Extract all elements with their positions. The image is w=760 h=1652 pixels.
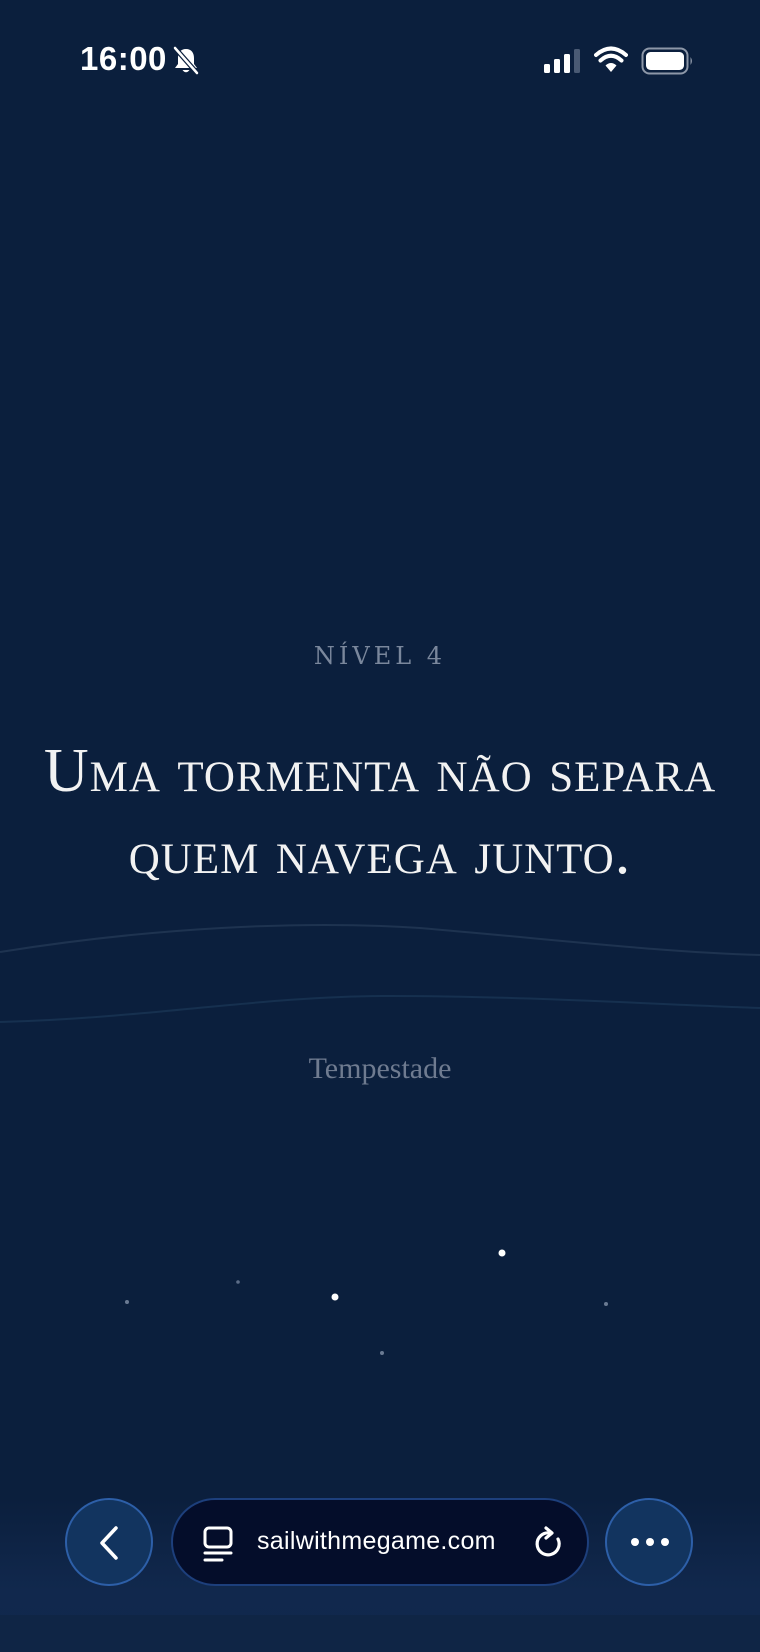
more-button[interactable] xyxy=(605,1498,693,1586)
battery-icon xyxy=(641,47,692,75)
level-subtitle: Tempestade xyxy=(308,1052,452,1085)
wave-lines xyxy=(0,924,760,1023)
reload-icon[interactable] xyxy=(533,1526,565,1560)
stars xyxy=(125,1249,608,1355)
more-dots-icon xyxy=(631,1538,669,1546)
status-time: 16:00 xyxy=(80,40,167,77)
bottom-strip xyxy=(0,1615,760,1652)
bell-slash-icon xyxy=(173,46,199,75)
url-bar[interactable]: sailwithmegame.com xyxy=(171,1498,589,1586)
headline: Uma tormenta não separa quem navega junt… xyxy=(43,737,717,887)
cellular-signal-icon xyxy=(544,49,580,73)
level-label: NÍVEL 4 xyxy=(313,642,447,670)
url-text[interactable]: sailwithmegame.com xyxy=(257,1527,496,1556)
chevron-left-icon xyxy=(100,1526,118,1560)
status-bar: 16:00 xyxy=(0,0,760,120)
wifi-icon xyxy=(594,46,628,72)
page-settings-icon[interactable] xyxy=(202,1526,234,1562)
back-button[interactable] xyxy=(65,1498,153,1586)
